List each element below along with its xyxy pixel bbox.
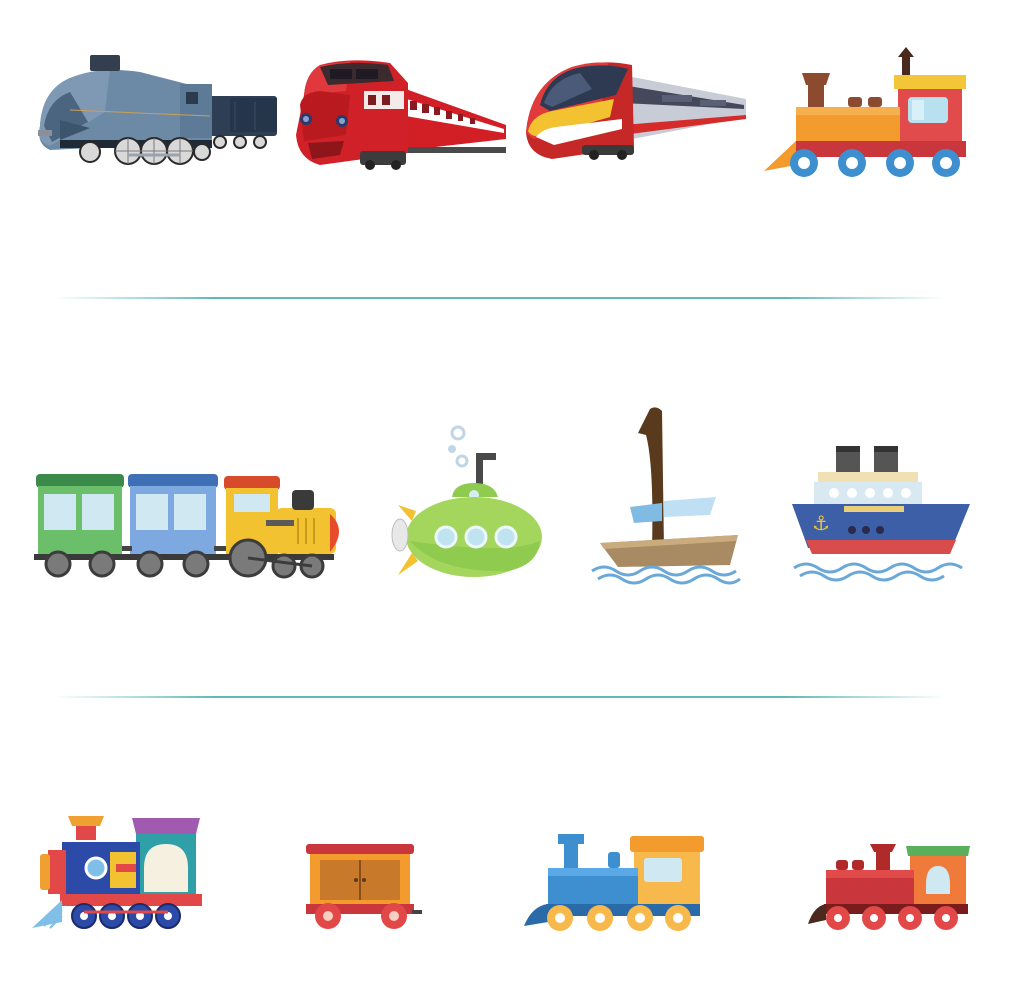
sailboat-icon — [590, 405, 745, 585]
steam-locomotive-mallard-icon — [30, 50, 280, 175]
freight-wagon-icon — [300, 840, 425, 935]
blue-locomotive-icon — [524, 830, 709, 935]
colorful-steam-locomotive-icon — [32, 812, 207, 934]
high-speed-train-icon — [522, 55, 752, 170]
red-diesel-train-icon — [290, 55, 510, 175]
submarine-icon — [388, 425, 548, 585]
steamship-icon: ⚓ — [790, 442, 975, 582]
red-locomotive-icon — [808, 840, 973, 935]
svg-text:⚓: ⚓ — [812, 511, 830, 535]
row-divider-1 — [55, 297, 945, 299]
toy-train-with-wagons-icon — [30, 472, 345, 584]
row-divider-2 — [55, 696, 945, 698]
toy-locomotive-icon — [762, 45, 972, 180]
